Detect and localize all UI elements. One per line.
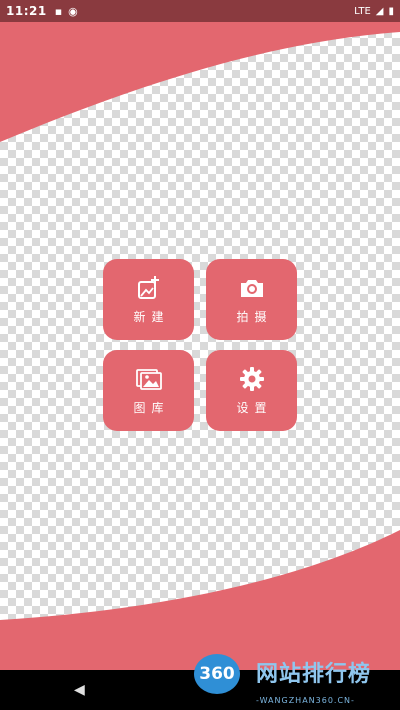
sd-card-icon: ▪ [54,4,63,18]
gallery-label: 图库 [133,401,170,415]
watermark-subtitle: -WANGZHAN360.CN- [256,696,355,705]
add-image-icon [137,276,159,299]
gallery-icon [135,369,162,390]
settings-label: 设置 [236,401,273,415]
camera-label: 拍摄 [236,310,273,324]
new-button[interactable]: 新建 [103,259,194,340]
main-menu-grid: 新建 拍摄 图库 设置 [103,259,297,431]
settings-button[interactable]: 设置 [206,350,297,431]
battery-icon: ▮ [388,5,394,17]
status-right-group: LTE ◢ ▮ [354,6,394,17]
gallery-button[interactable]: 图库 [103,350,194,431]
camera-icon [240,280,263,297]
back-triangle-icon[interactable]: ◀ [74,682,85,698]
sync-icon: ◉ [68,4,78,18]
network-type: LTE [354,5,371,17]
gear-icon [239,367,264,391]
camera-button[interactable]: 拍摄 [206,259,297,340]
watermark-title: 网站排行榜 [256,662,372,687]
top-wave-decoration [0,22,400,142]
status-bar: 11:21 ▪ ◉ LTE ◢ ▮ [0,0,400,22]
new-label: 新建 [133,310,170,324]
watermark-logo: 360 [194,654,240,694]
bottom-wave-decoration [0,530,400,670]
signal-icon: ◢ [375,5,384,17]
status-time: 11:21 [6,4,47,18]
